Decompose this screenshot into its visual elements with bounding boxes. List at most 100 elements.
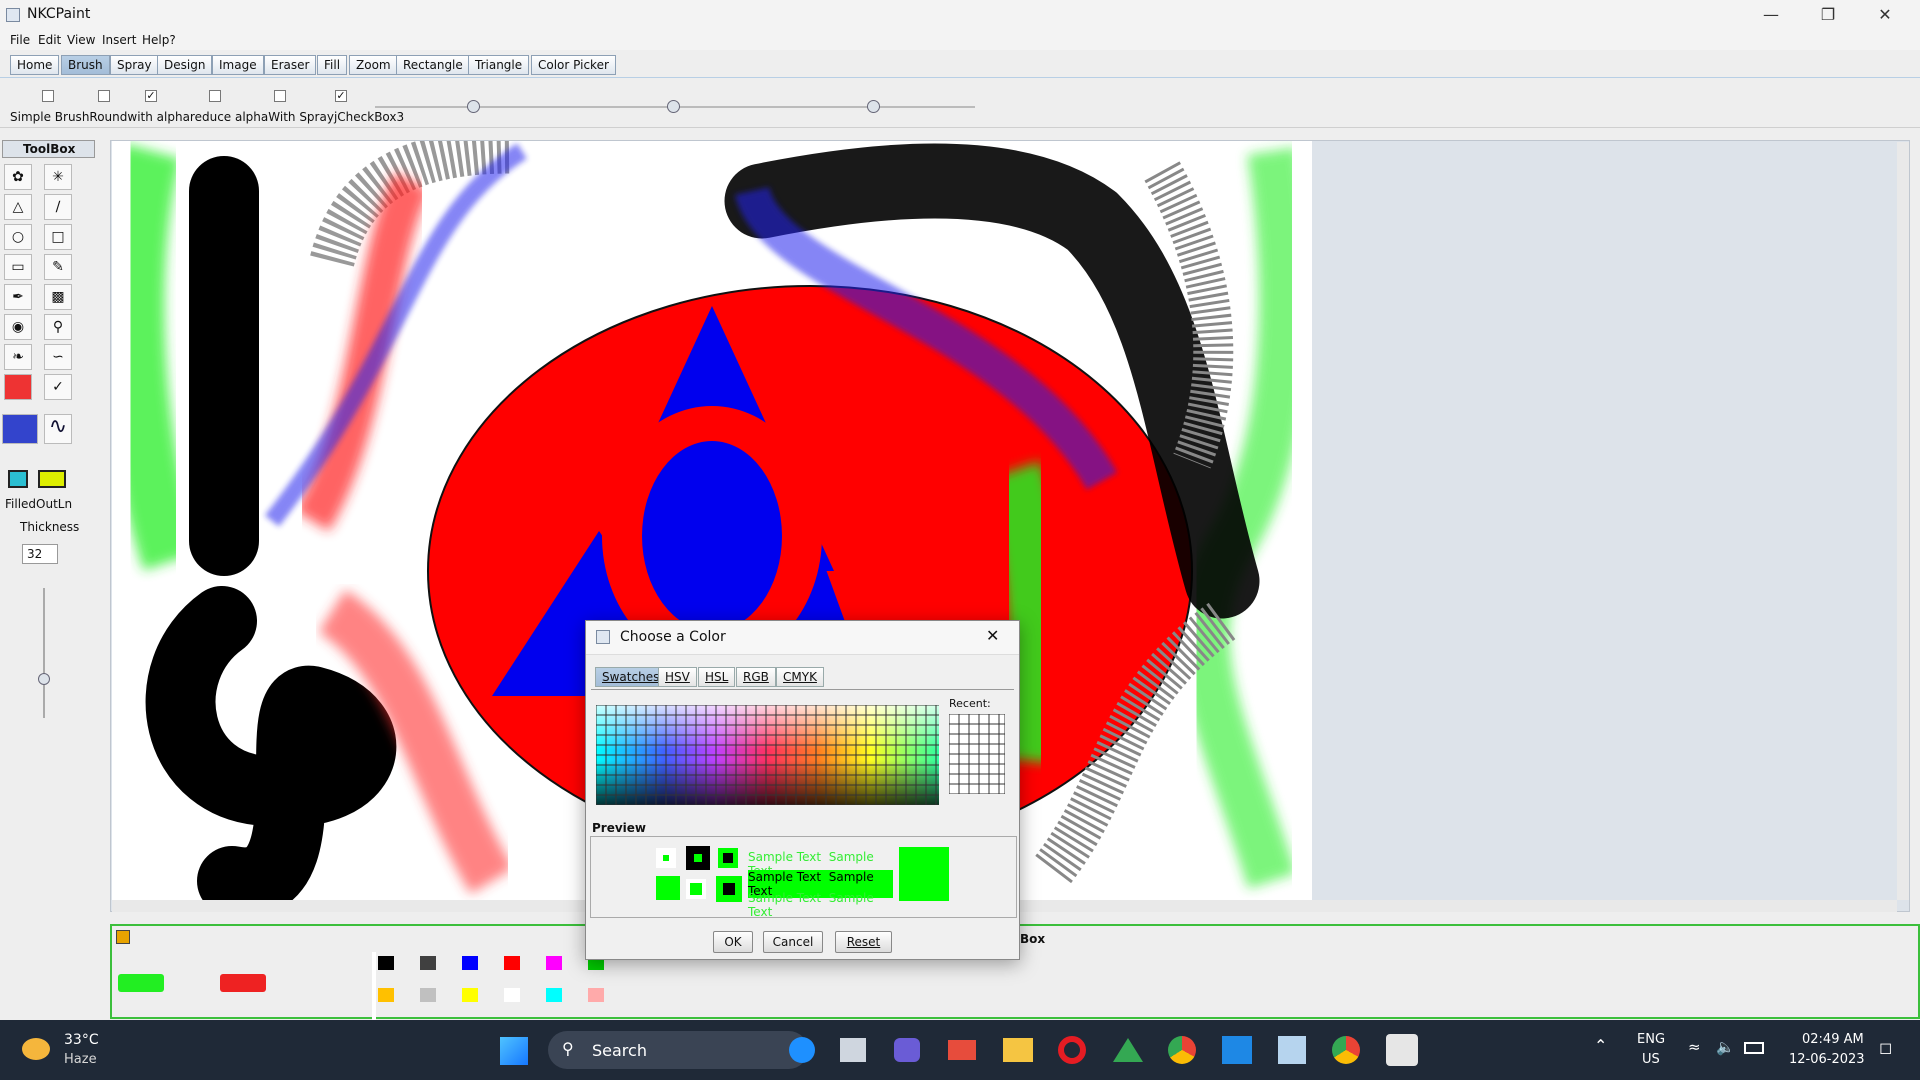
notification-icon[interactable]: ◻ (1879, 1038, 1892, 1057)
windows-start-icon[interactable] (500, 1037, 528, 1065)
palette-swatch-orange[interactable] (378, 988, 394, 1002)
curve-design-icon[interactable]: ∽ (44, 344, 72, 370)
image-tool-icon[interactable] (4, 374, 32, 400)
battery-icon[interactable] (1744, 1042, 1764, 1054)
opera-icon[interactable] (1058, 1036, 1086, 1064)
tab-color-picker[interactable]: Color Picker (531, 55, 616, 75)
tab-zoom[interactable]: Zoom (349, 55, 398, 75)
tab-triangle[interactable]: Triangle (468, 55, 530, 75)
chrome-profile-icon[interactable] (1332, 1036, 1360, 1064)
menu-help[interactable]: Help? (142, 33, 176, 47)
menu-file[interactable]: File (10, 33, 30, 47)
fill-bucket-icon[interactable]: ▩ (44, 284, 72, 310)
restore-icon[interactable]: ❐ (1817, 4, 1839, 26)
checkbox-with-spray[interactable] (274, 90, 286, 102)
pattern-tool-icon[interactable] (2, 414, 38, 444)
palette-swatch-dark-gray[interactable] (420, 956, 436, 970)
google-drive-icon[interactable] (1113, 1038, 1143, 1062)
palette-swatch-cyan[interactable] (546, 988, 562, 1002)
volume-icon[interactable]: 🔈 (1716, 1038, 1735, 1056)
rectangle-tool-icon[interactable]: □ (44, 224, 72, 250)
gmail-icon[interactable] (948, 1040, 976, 1060)
file-explorer-icon[interactable] (1003, 1038, 1033, 1062)
thickness-input[interactable]: 32 (22, 544, 58, 564)
tab-hsv[interactable]: HSV (658, 667, 697, 687)
vscode-icon[interactable] (1222, 1036, 1252, 1064)
swatch-grid[interactable] (596, 705, 939, 805)
palette-swatch-blue[interactable] (462, 956, 478, 970)
menu-insert[interactable]: Insert (102, 33, 136, 47)
chrome-icon[interactable] (1168, 1036, 1196, 1064)
region-indicator[interactable]: US (1642, 1052, 1660, 1067)
palette-swatch-black[interactable] (378, 956, 394, 970)
tab-spray[interactable]: Spray (110, 55, 159, 75)
dialog-close-icon[interactable]: ✕ (986, 626, 999, 645)
slider-2-knob[interactable] (667, 100, 680, 113)
palette-swatch-pink[interactable] (588, 988, 604, 1002)
show-hidden-icons-chevron-icon[interactable]: ⌃ (1594, 1036, 1607, 1055)
brush-tool-icon[interactable]: ✿ (4, 164, 32, 190)
taskbar-search-box[interactable]: ⚲ Search (548, 1031, 808, 1069)
checkbox-reduce-alpha[interactable] (209, 90, 221, 102)
ok-button[interactable]: OK (713, 931, 753, 953)
design-tool-icon[interactable]: ❧ (4, 344, 32, 370)
thickness-slider-knob[interactable] (38, 673, 50, 685)
curve-tool-icon[interactable]: ∿ (44, 414, 72, 444)
language-indicator[interactable]: ENG (1637, 1032, 1665, 1047)
palette-swatch-light-gray[interactable] (420, 988, 436, 1002)
tab-brush[interactable]: Brush (61, 55, 110, 75)
wifi-icon[interactable]: ≈ (1688, 1038, 1701, 1056)
paint-bucket-icon[interactable]: ◉ (4, 314, 32, 340)
cancel-button[interactable]: Cancel (763, 931, 823, 953)
triangle-tool-icon[interactable]: △ (4, 194, 32, 220)
thickness-slider-track[interactable] (43, 588, 45, 718)
virtualbox-icon[interactable] (1278, 1036, 1306, 1064)
clock-date[interactable]: 12-06-2023 (1789, 1052, 1865, 1067)
clock-time[interactable]: 02:49 AM (1802, 1032, 1864, 1047)
palette-swatch-white[interactable] (504, 988, 520, 1002)
slider-3-knob[interactable] (867, 100, 880, 113)
palette-swatch-yellow[interactable] (462, 988, 478, 1002)
minimize-icon[interactable]: — (1760, 4, 1782, 26)
menu-view[interactable]: View (67, 33, 95, 47)
line-tool-icon[interactable]: ∕ (44, 194, 72, 220)
tab-hsl[interactable]: HSL (698, 667, 736, 687)
tab-image[interactable]: Image (212, 55, 264, 75)
teams-chat-icon[interactable] (894, 1038, 920, 1062)
reset-button[interactable]: Reset (835, 931, 892, 953)
checkbox-with-alpha[interactable]: ✓ (145, 90, 157, 102)
tab-home[interactable]: Home (10, 55, 60, 75)
circle-tool-icon[interactable]: ○ (4, 224, 32, 250)
tab-fill[interactable]: Fill (317, 55, 348, 75)
checkbox-jcheckbox3[interactable]: ✓ (335, 90, 347, 102)
spray-tool-icon[interactable]: ✳ (44, 164, 72, 190)
weather-haze-icon[interactable] (22, 1038, 50, 1060)
tab-rgb[interactable]: RGB (736, 667, 776, 687)
secondary-color-chip[interactable] (220, 974, 266, 992)
pencil-tool-icon[interactable]: ✎ (44, 254, 72, 280)
bing-icon[interactable] (789, 1037, 815, 1063)
zoom-tool-icon[interactable]: ⚲ (44, 314, 72, 340)
outline-shape-icon[interactable] (38, 470, 66, 488)
slider-1-knob[interactable] (467, 100, 480, 113)
palette-swatch-red[interactable] (504, 956, 520, 970)
color-picker-tool-icon[interactable]: ✓ (44, 374, 72, 400)
tab-cmyk[interactable]: CMYK (776, 667, 824, 687)
task-view-icon[interactable] (840, 1038, 866, 1062)
primary-color-chip[interactable] (118, 974, 164, 992)
checkbox-round[interactable] (98, 90, 110, 102)
palette-swatch-magenta[interactable] (546, 956, 562, 970)
checkbox-simple-brush[interactable] (42, 90, 54, 102)
tab-swatches[interactable]: Swatches (595, 667, 667, 687)
vertical-scrollbar[interactable] (1897, 142, 1909, 900)
recent-swatches[interactable] (949, 714, 1005, 794)
close-icon[interactable]: ✕ (1874, 4, 1896, 26)
tab-eraser[interactable]: Eraser (264, 55, 317, 75)
eraser-tool-icon[interactable]: ▭ (4, 254, 32, 280)
java-app-taskbar-icon[interactable] (1386, 1034, 1418, 1066)
filled-shape-icon[interactable] (8, 470, 28, 488)
tab-design[interactable]: Design (157, 55, 213, 75)
menu-edit[interactable]: Edit (38, 33, 61, 47)
tab-rectangle[interactable]: Rectangle (396, 55, 470, 75)
pen-tool-icon[interactable]: ✒ (4, 284, 32, 310)
